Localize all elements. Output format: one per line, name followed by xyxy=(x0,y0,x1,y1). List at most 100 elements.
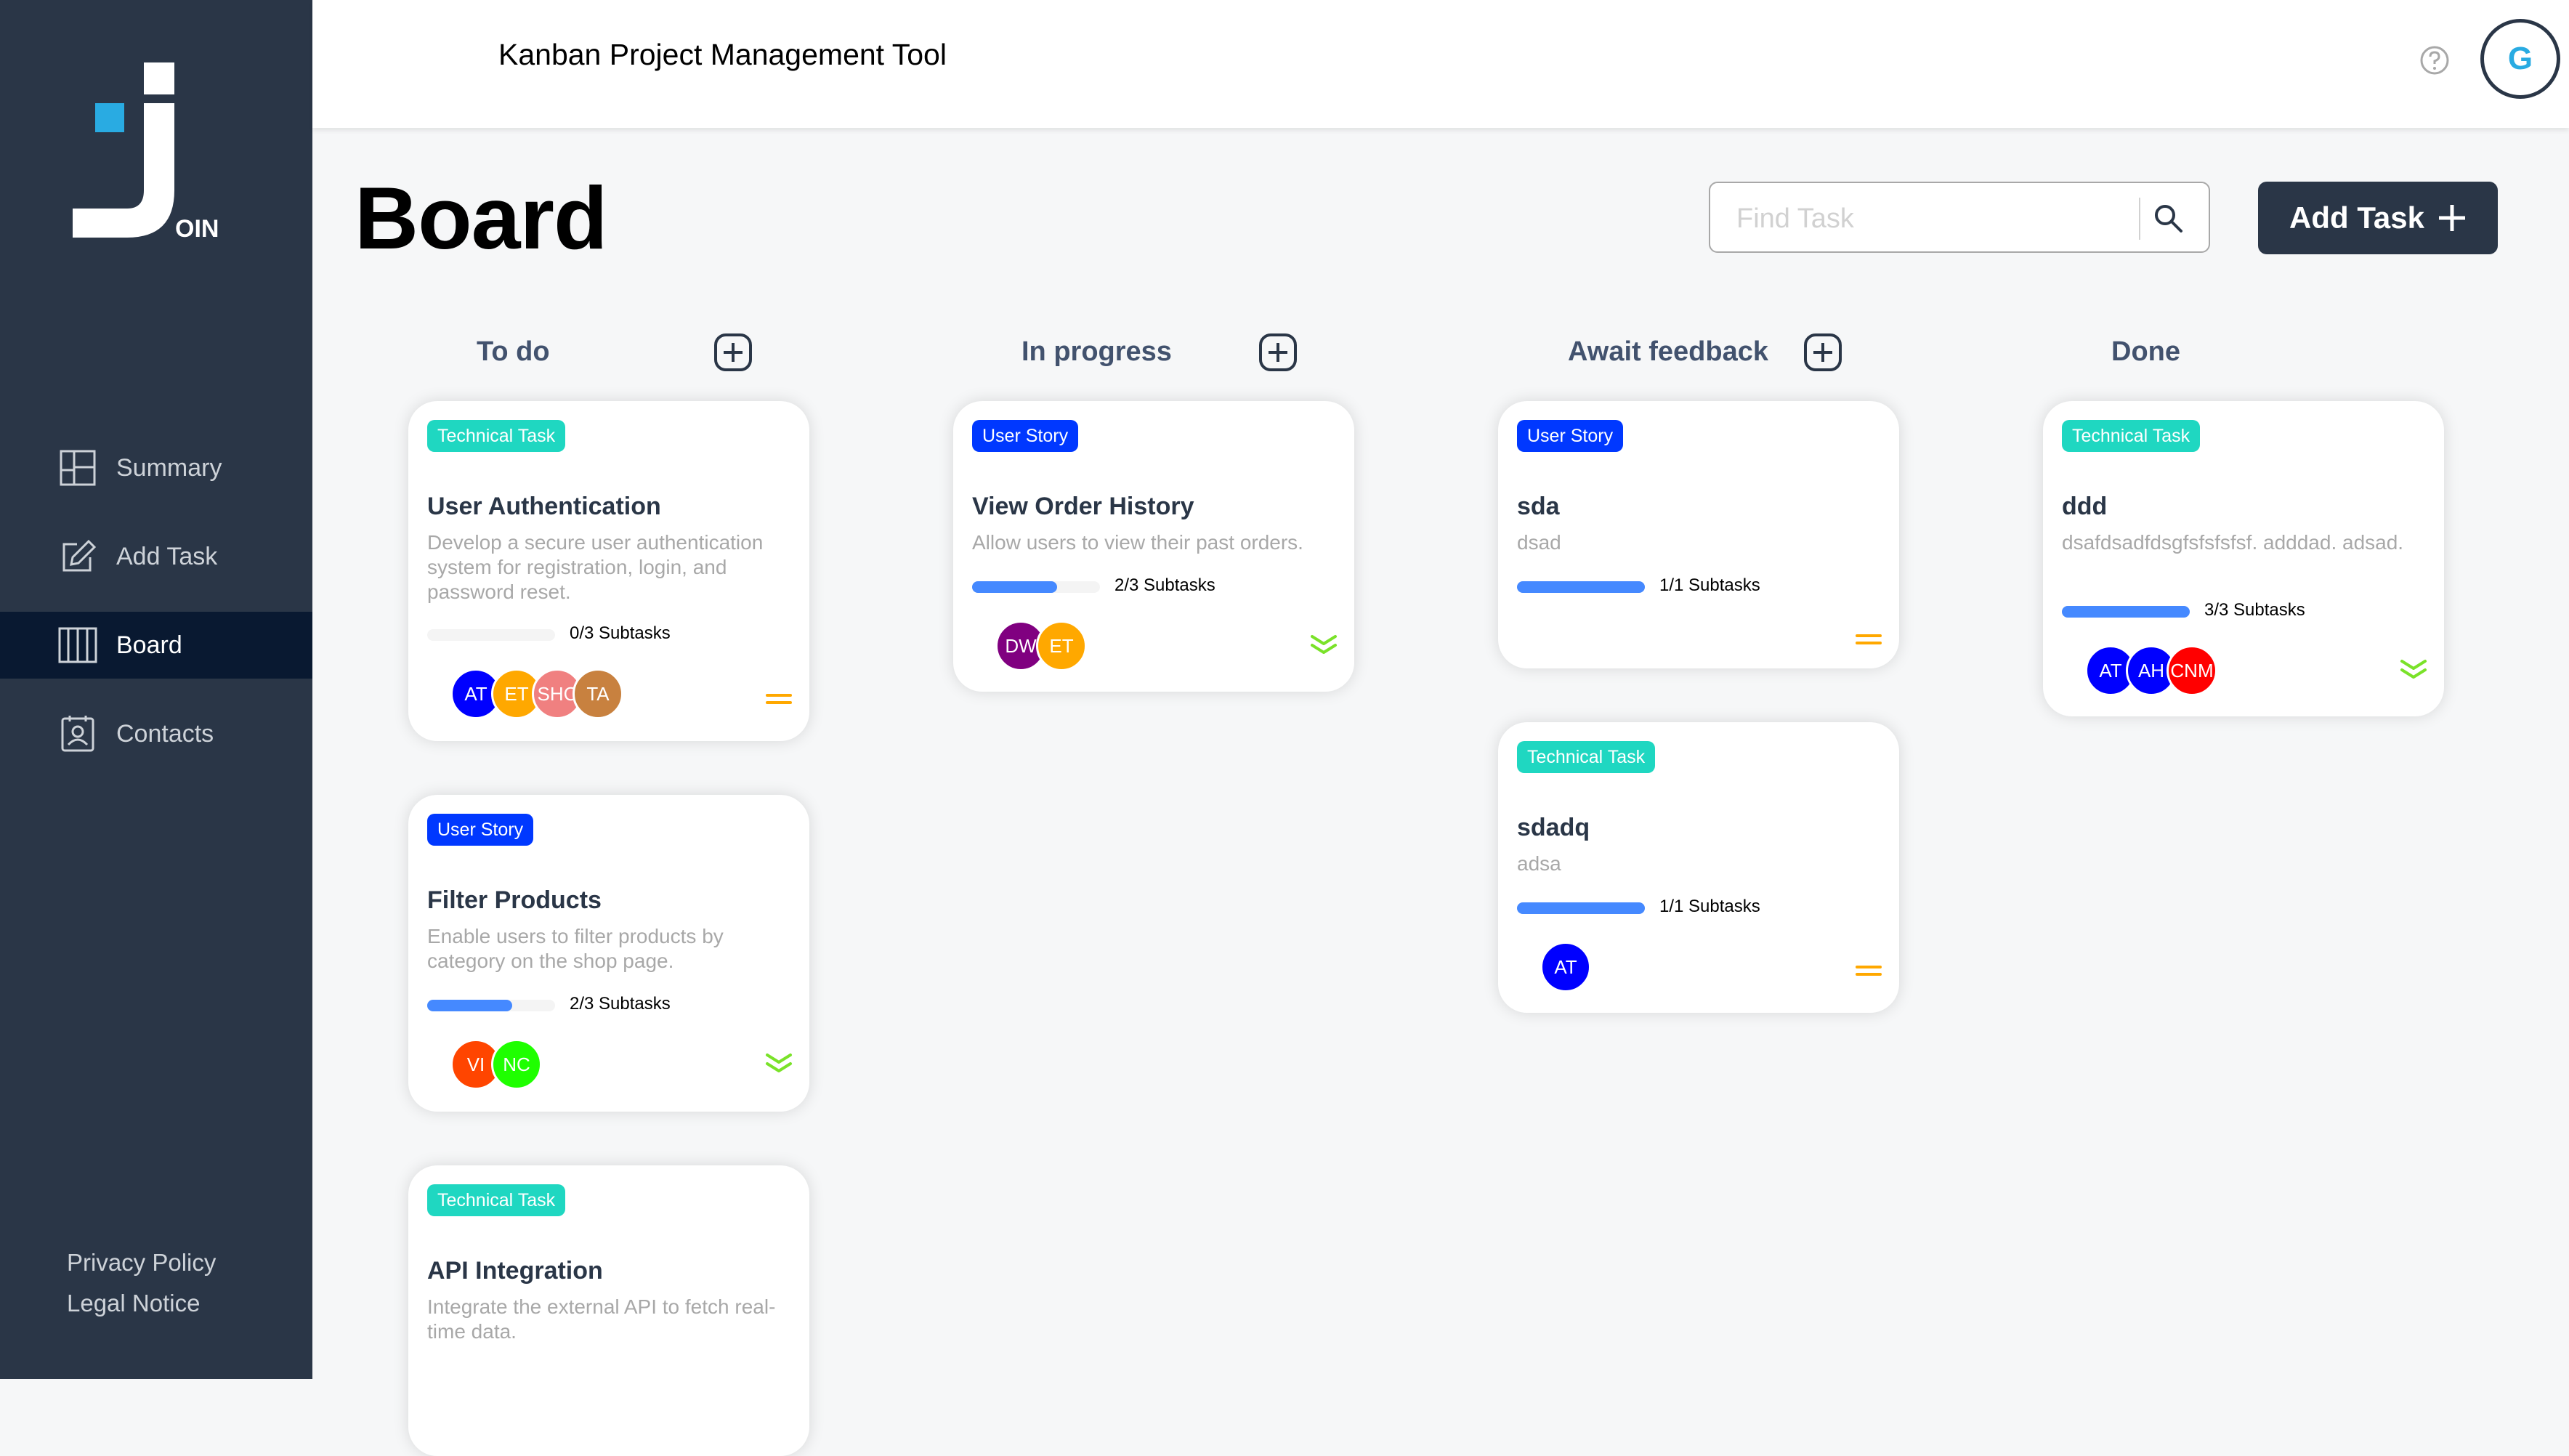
sidebar-item-label: Contacts xyxy=(116,719,214,748)
progress-fill xyxy=(1517,902,1645,914)
priority-low-icon xyxy=(2400,660,2427,679)
search-box xyxy=(1709,182,2210,253)
summary-icon xyxy=(60,450,96,486)
subtask-count: 2/3 Subtasks xyxy=(570,994,671,1014)
legal-notice-link[interactable]: Legal Notice xyxy=(67,1283,216,1324)
sidebar-item-board[interactable]: Board xyxy=(0,612,312,679)
task-description: adsa xyxy=(1517,852,1561,875)
subtask-progress-bar xyxy=(2062,606,2190,618)
sidebar-item-contacts[interactable]: Contacts xyxy=(0,700,312,767)
task-title: Filter Products xyxy=(427,886,602,914)
priority-medium-icon xyxy=(766,694,792,704)
subtask-progress-bar xyxy=(1517,902,1645,914)
subtask-progress-bar xyxy=(972,581,1100,593)
category-badge: Technical Task xyxy=(1517,741,1656,773)
search-divider xyxy=(2139,198,2140,240)
subtask-progress-bar xyxy=(1517,581,1645,593)
task-card[interactable]: Technical Task API Integration Integrate… xyxy=(408,1165,809,1456)
task-card[interactable]: User Story sda dsad 1/1 Subtasks xyxy=(1498,401,1899,668)
assignee-avatar: NC xyxy=(491,1039,542,1090)
svg-text:OIN: OIN xyxy=(175,215,219,243)
column-title: To do xyxy=(477,336,550,367)
priority-low-icon xyxy=(766,1053,792,1072)
add-task-button[interactable]: Add Task xyxy=(2258,182,2498,254)
assignee-list: AT ET SHC TA xyxy=(450,668,623,719)
assignee-avatar: TA xyxy=(573,668,623,719)
column-title: Done xyxy=(2111,336,2180,367)
subtask-count: 1/1 Subtasks xyxy=(1659,897,1760,916)
priority-medium-icon xyxy=(1856,966,1882,976)
column-header-in-progress: In progress xyxy=(1021,328,1172,375)
progress-fill xyxy=(2062,606,2190,618)
priority-low-icon xyxy=(1311,635,1337,654)
join-logo[interactable]: OIN xyxy=(69,60,229,248)
task-card[interactable]: Technical Task ddd dsafdsadfdsgfsfsfsfsf… xyxy=(2043,401,2444,716)
category-badge: User Story xyxy=(427,814,534,846)
category-badge: User Story xyxy=(972,420,1079,452)
top-header: Kanban Project Management Tool G xyxy=(312,0,2569,128)
contacts-icon xyxy=(61,716,94,752)
assignee-list: AT AH CNM xyxy=(2085,645,2217,696)
sidebar-item-summary[interactable]: Summary xyxy=(0,434,312,501)
subtask-count: 2/3 Subtasks xyxy=(1114,575,1215,595)
category-badge: Technical Task xyxy=(427,420,566,452)
priority-medium-icon xyxy=(1856,634,1882,644)
sidebar-item-label: Summary xyxy=(116,453,222,482)
task-title: View Order History xyxy=(972,493,1194,520)
progress-fill xyxy=(972,581,1058,593)
search-icon[interactable] xyxy=(2152,202,2184,234)
sidebar-item-label: Add Task xyxy=(116,542,218,570)
task-description: Integrate the external API to fetch real… xyxy=(427,1295,776,1343)
legal-links: Privacy Policy Legal Notice xyxy=(67,1242,216,1324)
task-description: Develop a secure user authentication sys… xyxy=(427,531,764,603)
privacy-policy-link[interactable]: Privacy Policy xyxy=(67,1242,216,1283)
subtask-progress-bar xyxy=(427,1000,555,1011)
subtask-count: 3/3 Subtasks xyxy=(2204,600,2305,620)
column-title: Await feedback xyxy=(1568,336,1768,367)
subtask-count: 1/1 Subtasks xyxy=(1659,575,1760,595)
subtask-progress-bar xyxy=(427,629,555,641)
task-description: dsafdsadfdsgfsfsfsfsf. adddad. adsad. xyxy=(2062,531,2404,554)
assignee-list: AT xyxy=(1540,942,1591,992)
category-badge: Technical Task xyxy=(427,1184,566,1216)
task-title: User Authentication xyxy=(427,493,661,520)
task-card[interactable]: User Story Filter Products Enable users … xyxy=(408,795,809,1112)
assignee-list: DW ET xyxy=(995,620,1087,671)
task-card[interactable]: User Story View Order History Allow user… xyxy=(953,401,1354,692)
assignee-avatar: CNM xyxy=(2167,645,2217,696)
search-input[interactable] xyxy=(1735,198,2145,240)
add-to-in-progress-icon[interactable] xyxy=(1258,333,1298,372)
add-task-label: Add Task xyxy=(2289,201,2424,235)
task-description: dsad xyxy=(1517,531,1561,554)
sidebar-item-label: Board xyxy=(116,631,182,659)
user-avatar[interactable]: G xyxy=(2480,19,2560,99)
category-badge: Technical Task xyxy=(2062,420,2201,452)
sidebar: OIN Summary Add Task Board Contacts Priv… xyxy=(0,0,312,1379)
task-title: API Integration xyxy=(427,1257,603,1285)
add-to-await-feedback-icon[interactable] xyxy=(1803,333,1842,372)
assignee-list: VI NC xyxy=(450,1039,542,1090)
task-description: Enable users to filter products by categ… xyxy=(427,925,724,972)
task-title: ddd xyxy=(2062,493,2108,520)
column-header-await-feedback: Await feedback xyxy=(1568,328,1768,375)
subtask-count: 0/3 Subtasks xyxy=(570,623,671,643)
task-title: sdadq xyxy=(1517,814,1590,841)
help-icon[interactable] xyxy=(2419,45,2450,76)
board-icon xyxy=(58,627,97,663)
sidebar-nav: Summary Add Task Board Contacts xyxy=(0,434,312,789)
column-header-todo: To do xyxy=(477,328,550,375)
page-title: Board xyxy=(355,169,607,267)
plus-icon xyxy=(2438,205,2465,231)
header-title: Kanban Project Management Tool xyxy=(498,38,947,71)
column-header-done: Done xyxy=(2111,328,2180,375)
sidebar-item-add-task[interactable]: Add Task xyxy=(0,523,312,590)
task-card[interactable]: Technical Task sdadq adsa 1/1 Subtasks A… xyxy=(1498,722,1899,1013)
category-badge: User Story xyxy=(1517,420,1624,452)
add-to-todo-icon[interactable] xyxy=(713,333,753,372)
task-title: sda xyxy=(1517,493,1560,520)
task-description: Allow users to view their past orders. xyxy=(972,531,1303,554)
assignee-avatar: AT xyxy=(1540,942,1591,992)
task-card[interactable]: Technical Task User Authentication Devel… xyxy=(408,401,809,741)
progress-fill xyxy=(427,1000,513,1011)
edit-icon xyxy=(62,539,97,572)
